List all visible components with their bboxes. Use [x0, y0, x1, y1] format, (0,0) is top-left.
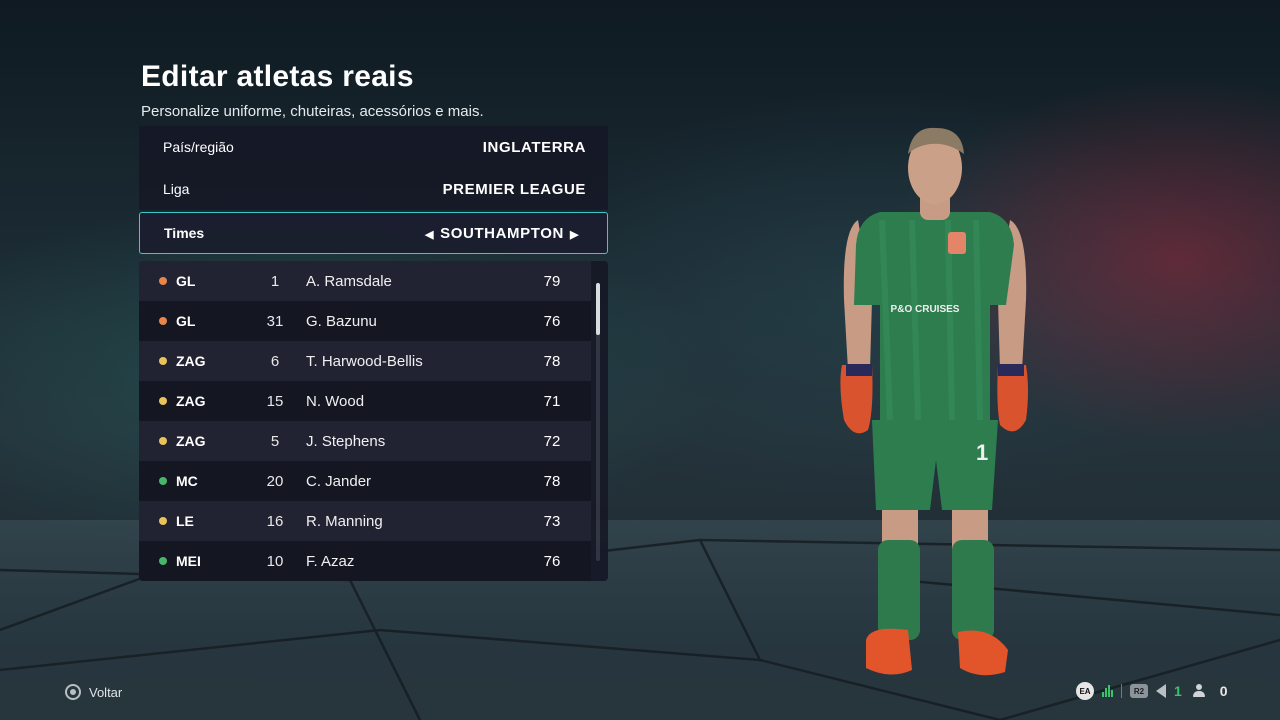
- player-shorts: [872, 420, 998, 510]
- player-name: F. Azaz: [306, 552, 355, 570]
- friends-count: 0: [1219, 683, 1228, 699]
- player-number: 16: [266, 512, 284, 530]
- team-filter-value: SOUTHAMPTON: [440, 224, 564, 242]
- position-dot-icon: [159, 557, 167, 565]
- player-position: ZAG: [176, 393, 206, 409]
- player-position: MEI: [176, 553, 201, 569]
- player-row[interactable]: GL 31 G. Bazunu 76: [139, 301, 591, 341]
- player-rating: 79: [543, 272, 561, 290]
- position-dot-icon: [159, 317, 167, 325]
- position-dot-icon: [159, 277, 167, 285]
- signal-icon: [1102, 685, 1113, 697]
- player-rating: 72: [543, 432, 561, 450]
- country-filter-value: INGLATERRA: [482, 138, 586, 156]
- status-bar: EA R2 1 0: [1076, 682, 1236, 700]
- position-dot-icon: [159, 357, 167, 365]
- player-left-glove-cuff: [846, 364, 872, 376]
- player-right-sock: [952, 540, 994, 640]
- filter-panel: País/região INGLATERRA Liga PREMIER LEAG…: [139, 126, 608, 254]
- player-number: 31: [266, 312, 284, 330]
- position-dot-icon: [159, 397, 167, 405]
- position-dot-icon: [159, 437, 167, 445]
- arrow-left-icon[interactable]: ◀: [419, 228, 440, 241]
- player-rating: 78: [543, 472, 561, 490]
- arrow-right-icon[interactable]: ▶: [564, 228, 585, 241]
- player-name: T. Harwood-Bellis: [306, 352, 423, 370]
- player-number: 15: [266, 392, 284, 410]
- player-row[interactable]: ZAG 6 T. Harwood-Bellis 78: [139, 341, 591, 381]
- player-left-sock: [878, 540, 920, 640]
- player-row[interactable]: MEI 10 F. Azaz 76: [139, 541, 591, 581]
- league-filter[interactable]: Liga PREMIER LEAGUE: [139, 168, 608, 210]
- club-crest-icon: [948, 232, 966, 254]
- player-name: C. Jander: [306, 472, 372, 490]
- page-title: Editar atletas reais: [141, 60, 414, 93]
- player-number: 5: [270, 432, 280, 450]
- player-shirt: [854, 212, 1014, 430]
- position-dot-icon: [159, 517, 167, 525]
- player-rating: 73: [543, 512, 561, 530]
- position-dot-icon: [159, 477, 167, 485]
- back-label: Voltar: [89, 684, 123, 700]
- player-position: GL: [176, 273, 196, 289]
- player-model: P&O CRUISES 1: [840, 127, 1028, 676]
- player-number: 20: [266, 472, 284, 490]
- player-number: 1: [270, 272, 280, 290]
- player-row[interactable]: MC 20 C. Jander 78: [139, 461, 591, 501]
- player-name: G. Bazunu: [306, 312, 377, 330]
- team-filter-value-group: ◀ SOUTHAMPTON ▶: [419, 225, 585, 242]
- scrollbar-thumb[interactable]: [596, 283, 600, 335]
- player-position: GL: [176, 313, 196, 329]
- speaker-icon: [1156, 684, 1166, 698]
- ea-logo-icon: EA: [1076, 682, 1094, 700]
- country-filter[interactable]: País/região INGLATERRA: [139, 126, 608, 168]
- league-filter-label: Liga: [163, 181, 190, 197]
- team-filter[interactable]: Times ◀ SOUTHAMPTON ▶: [139, 212, 608, 254]
- league-filter-value: PREMIER LEAGUE: [442, 180, 586, 198]
- player-rating: 71: [543, 392, 561, 410]
- player-rating: 76: [543, 312, 561, 330]
- player-name: A. Ramsdale: [306, 272, 392, 290]
- player-name: R. Manning: [306, 512, 383, 530]
- shorts-number: 1: [976, 440, 988, 465]
- list-scrollbar[interactable]: [596, 283, 600, 561]
- team-filter-label: Times: [164, 225, 205, 241]
- player-row[interactable]: ZAG 15 N. Wood 71: [139, 381, 591, 421]
- player-list: GL 1 A. Ramsdale 79 GL 31 G. Bazunu 76 Z…: [139, 261, 608, 581]
- player-left-boot: [866, 628, 912, 675]
- circle-button-icon: [65, 684, 81, 700]
- player-row[interactable]: LE 16 R. Manning 73: [139, 501, 591, 541]
- player-position: ZAG: [176, 353, 206, 369]
- back-button[interactable]: Voltar: [65, 684, 122, 700]
- online-count: 1: [1174, 683, 1182, 699]
- status-divider: [1121, 684, 1122, 698]
- player-name: N. Wood: [306, 392, 365, 410]
- player-position: MC: [176, 473, 198, 489]
- player-position: ZAG: [176, 433, 206, 449]
- player-number: 10: [266, 552, 284, 570]
- shirt-sponsor: P&O CRUISES: [891, 304, 960, 315]
- player-row[interactable]: GL 1 A. Ramsdale 79: [139, 261, 591, 301]
- page-subtitle: Personalize uniforme, chuteiras, acessór…: [141, 103, 484, 120]
- player-right-boot: [958, 630, 1008, 676]
- friends-icon: [1190, 684, 1208, 698]
- player-rating: 76: [543, 552, 561, 570]
- player-rating: 78: [543, 352, 561, 370]
- r2-button-icon: R2: [1130, 684, 1148, 698]
- player-right-glove-cuff: [998, 364, 1024, 376]
- player-name: J. Stephens: [306, 432, 386, 450]
- player-number: 6: [270, 352, 280, 370]
- country-filter-label: País/região: [163, 139, 234, 155]
- player-row[interactable]: ZAG 5 J. Stephens 72: [139, 421, 591, 461]
- player-position: LE: [176, 513, 194, 529]
